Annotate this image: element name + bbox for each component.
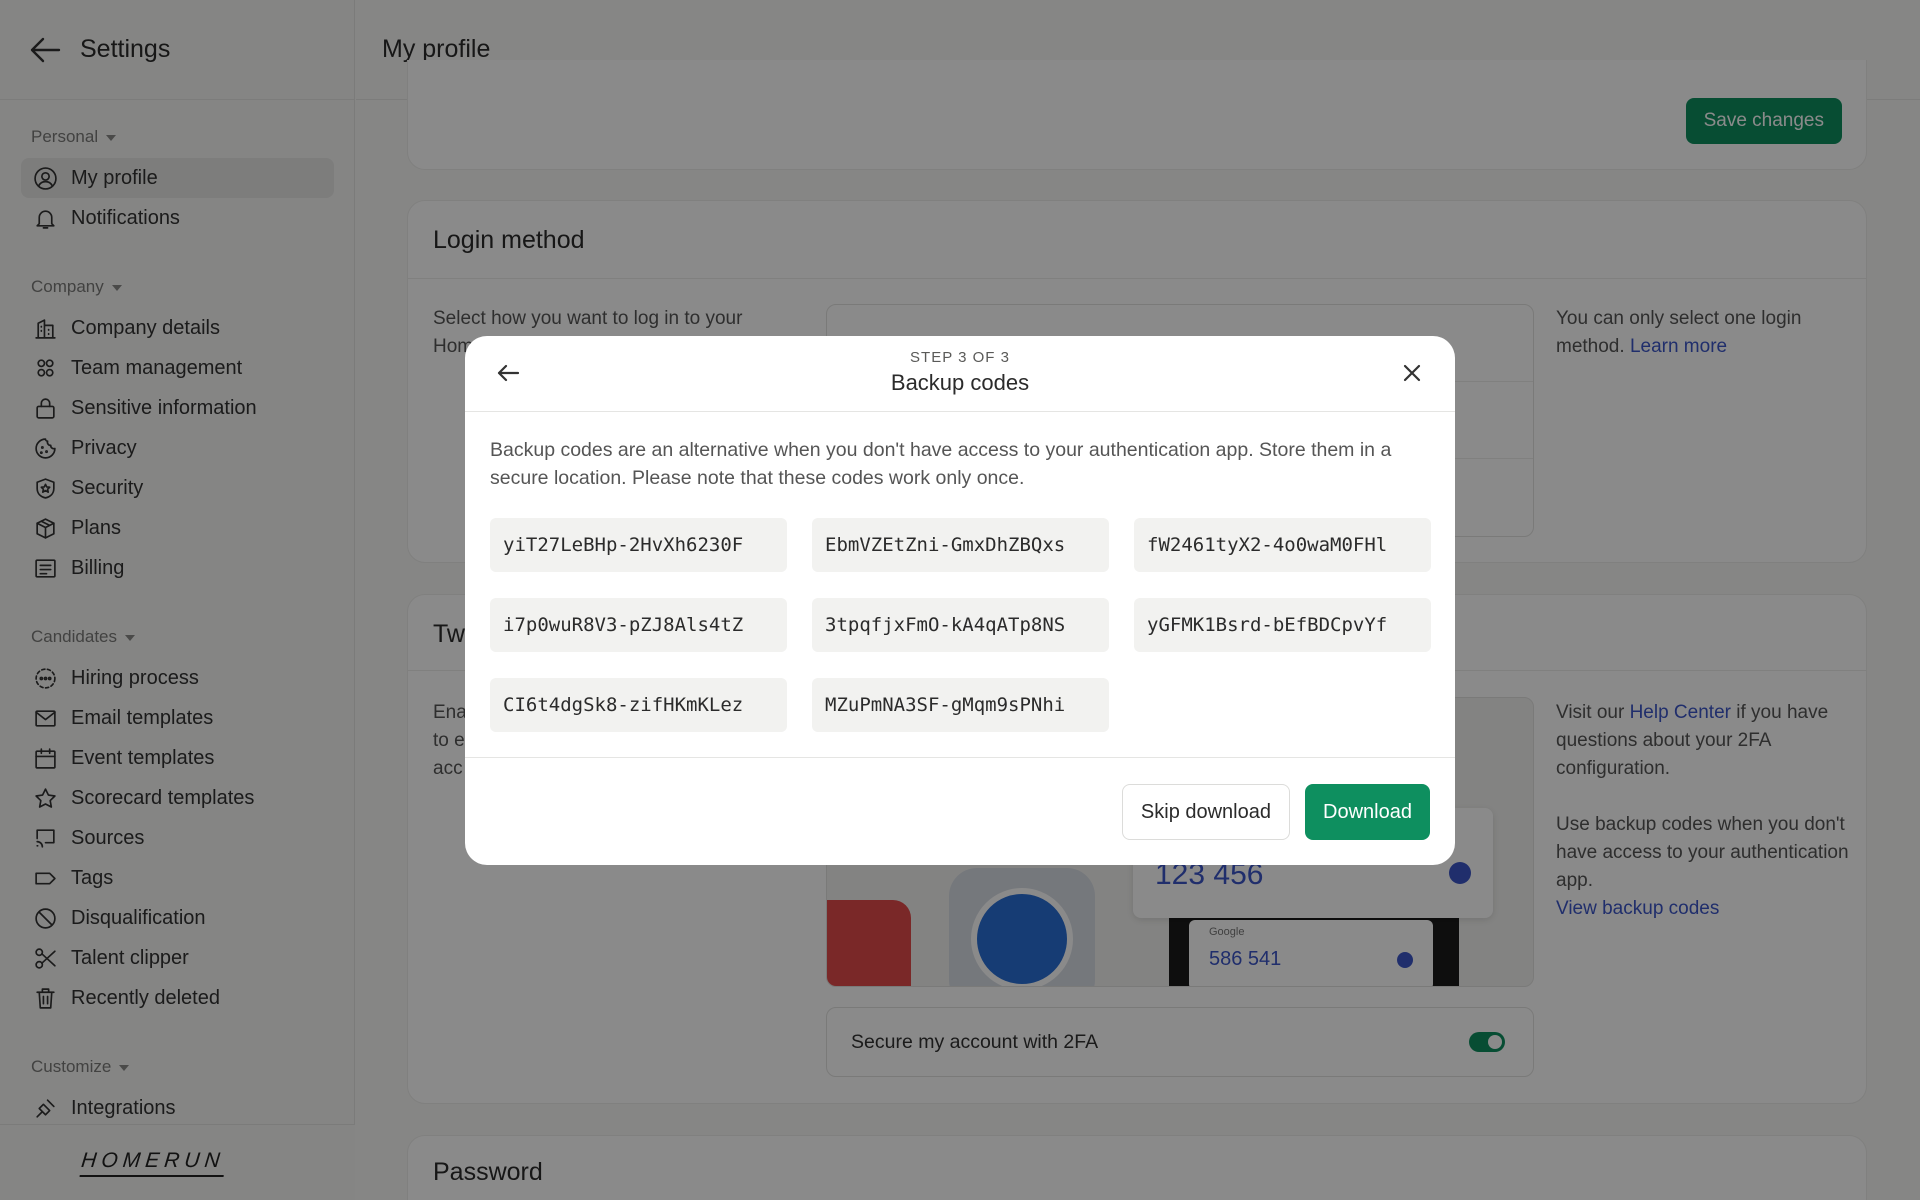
backup-code: 3tpqfjxFmO-kA4qATp8NS [812,598,1109,652]
backup-code: fW2461tyX2-4o0waM0FHl [1134,518,1431,572]
backup-code: i7p0wuR8V3-pZJ8Als4tZ [490,598,787,652]
skip-download-button[interactable]: Skip download [1121,784,1290,840]
backup-code: MZuPmNA3SF-gMqm9sPNhi [812,678,1109,732]
backup-codes-modal: STEP 3 OF 3 Backup codes Backup codes ar… [465,336,1455,865]
modal-footer: Skip download Download [465,757,1455,865]
backup-code: CI6t4dgSk8-zifHKmKLez [490,678,787,732]
backup-code: yGFMK1Bsrd-bEfBDCpvYf [1134,598,1431,652]
close-icon[interactable] [1397,358,1427,388]
backup-code: yiT27LeBHp-2HvXh6230F [490,518,787,572]
modal-step-indicator: STEP 3 OF 3 [910,349,1010,366]
modal-description: Backup codes are an alternative when you… [490,439,1392,489]
backup-code: EbmVZEtZni-GmxDhZBQxs [812,518,1109,572]
modal-header: STEP 3 OF 3 Backup codes [465,336,1455,412]
modal-title: Backup codes [890,370,1030,395]
backup-codes-grid: yiT27LeBHp-2HvXh6230F EbmVZEtZni-GmxDhZB… [490,518,1431,732]
download-button[interactable]: Download [1305,784,1430,840]
